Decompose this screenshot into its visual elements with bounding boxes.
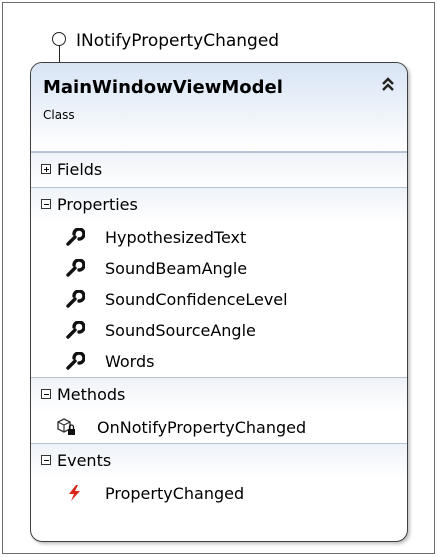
section-label: Events (57, 451, 112, 470)
property-name: SoundBeamAngle (105, 259, 248, 278)
lightning-icon (69, 485, 80, 501)
property-item[interactable]: SoundBeamAngle (31, 253, 407, 284)
section-label: Properties (57, 195, 138, 214)
property-item[interactable]: Words (31, 346, 407, 377)
class-header[interactable]: MainWindowViewModel Class (31, 63, 407, 152)
class-name: MainWindowViewModel (43, 77, 283, 98)
section-properties[interactable]: Properties (31, 187, 407, 222)
double-chevron-up-icon[interactable] (379, 75, 397, 95)
event-item[interactable]: PropertyChanged (31, 478, 407, 509)
property-name: SoundConfidenceLevel (105, 290, 288, 309)
class-shape[interactable]: MainWindowViewModel Class Fields Propert… (30, 62, 408, 542)
section-fields[interactable]: Fields (31, 152, 407, 187)
class-stereotype: Class (43, 108, 75, 122)
method-item[interactable]: OnNotifyPropertyChanged (31, 412, 407, 443)
method-name: OnNotifyPropertyChanged (97, 418, 307, 437)
property-name: HypothesizedText (105, 228, 247, 247)
property-item[interactable]: SoundConfidenceLevel (31, 284, 407, 315)
wrench-icon (66, 290, 85, 308)
property-name: Words (105, 352, 155, 371)
section-events[interactable]: Events (31, 443, 407, 478)
section-methods[interactable]: Methods (31, 377, 407, 412)
wrench-icon (66, 259, 85, 277)
event-name: PropertyChanged (105, 484, 245, 503)
wrench-icon (66, 228, 85, 246)
interface-icon (50, 32, 70, 63)
collapse-minus-icon[interactable] (41, 199, 51, 209)
wrench-icon (66, 321, 85, 339)
wrench-icon (66, 352, 85, 370)
interface-name: INotifyPropertyChanged (76, 31, 280, 51)
expand-plus-icon[interactable] (41, 164, 51, 174)
method-cube-lock-icon (57, 418, 75, 435)
property-item[interactable]: SoundSourceAngle (31, 315, 407, 346)
collapse-minus-icon[interactable] (41, 389, 51, 399)
interface-lollipop: INotifyPropertyChanged (50, 31, 280, 63)
section-label: Fields (57, 160, 103, 179)
collapse-minus-icon[interactable] (41, 455, 51, 465)
section-label: Methods (57, 385, 126, 404)
property-name: SoundSourceAngle (105, 321, 256, 340)
property-item[interactable]: HypothesizedText (31, 222, 407, 253)
